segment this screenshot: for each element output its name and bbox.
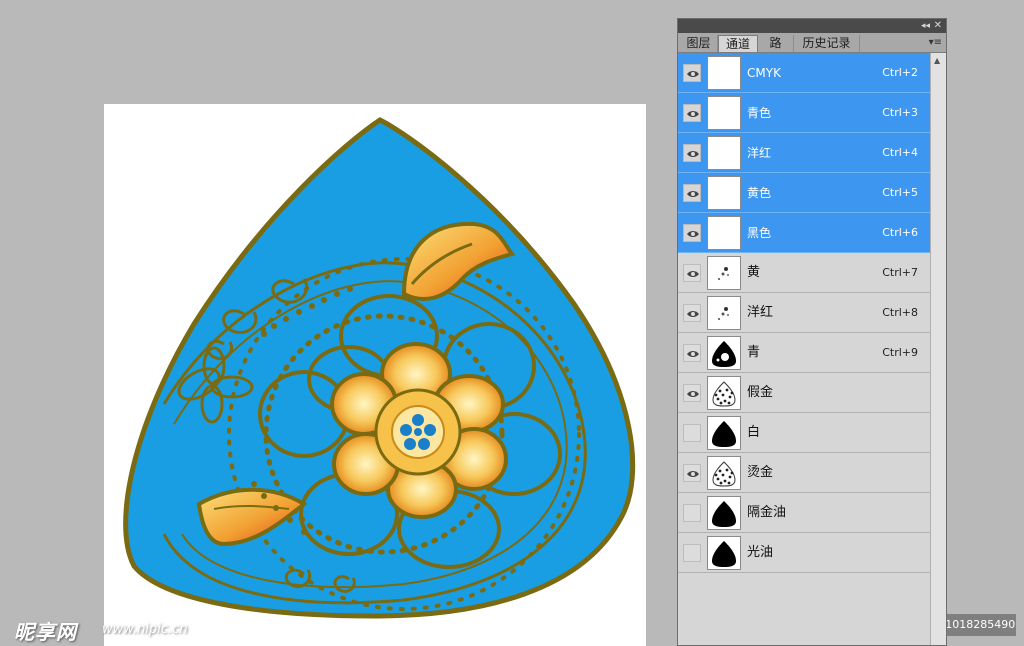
channel-name: 洋红 <box>747 146 772 160</box>
channel-name: 黑色 <box>747 226 772 240</box>
eye-icon[interactable] <box>683 384 701 402</box>
tab-history[interactable]: 历史记录 <box>794 35 860 52</box>
tab-paths[interactable]: 路径 <box>758 35 794 67</box>
document-canvas[interactable] <box>104 104 646 646</box>
channel-row[interactable]: 青 Ctrl+9 <box>678 333 930 373</box>
double-chevron-left-icon[interactable]: ◂◂ <box>921 19 930 33</box>
channel-name: 隔金油 <box>747 505 787 520</box>
eye-icon[interactable] <box>683 464 701 482</box>
tab-layers[interactable]: 图层 <box>680 35 718 52</box>
channel-thumbnail <box>707 456 741 490</box>
channel-thumbnail <box>707 416 741 450</box>
channel-row[interactable]: 洋红 Ctrl+4 <box>678 133 930 173</box>
channel-thumbnail <box>707 376 741 410</box>
channel-shortcut: Ctrl+9 <box>882 346 918 359</box>
tab-channels[interactable]: 通道 <box>718 35 758 52</box>
channel-thumbnail <box>707 136 741 170</box>
close-icon[interactable]: ✕ <box>934 19 942 33</box>
eye-icon[interactable] <box>683 104 701 122</box>
channel-row[interactable]: 白 <box>678 413 930 453</box>
channel-thumbnail <box>707 216 741 250</box>
channel-name: 黄色 <box>747 186 772 200</box>
channel-thumbnail <box>707 176 741 210</box>
eye-icon[interactable] <box>683 144 701 162</box>
channel-row[interactable]: 黄 Ctrl+7 <box>678 253 930 293</box>
watermark-url: www.nipic.cn <box>102 622 188 637</box>
channel-shortcut: Ctrl+2 <box>882 66 918 79</box>
channel-row[interactable]: 黄色 Ctrl+5 <box>678 173 930 213</box>
channel-thumbnail <box>707 496 741 530</box>
channel-row[interactable]: 青色 Ctrl+3 <box>678 93 930 133</box>
visibility-toggle-empty[interactable] <box>683 544 701 562</box>
panel-tabs: 图层 通道 路径 历史记录 ▾≡ <box>678 33 946 67</box>
channel-list: CMYK Ctrl+2 青色 Ctrl+3 洋红 Ctrl+4 黄色 Ctrl+5 黑色 Ctrl… <box>678 53 930 573</box>
eye-icon[interactable] <box>683 304 701 322</box>
channel-shortcut: Ctrl+5 <box>882 186 918 199</box>
eye-icon[interactable] <box>683 184 701 202</box>
channel-row[interactable]: 隔金油 <box>678 493 930 533</box>
channel-name: 黄 <box>747 265 761 280</box>
teardrop-artwork <box>123 117 636 619</box>
channel-shortcut: Ctrl+8 <box>882 306 918 319</box>
channel-thumbnail <box>707 96 741 130</box>
channel-row[interactable]: 烫金 <box>678 453 930 493</box>
channel-name: 光油 <box>747 545 774 560</box>
channel-row[interactable]: 光油 <box>678 533 930 573</box>
channel-shortcut: Ctrl+7 <box>882 266 918 279</box>
scrollbar[interactable]: ▲ <box>930 53 946 645</box>
channel-shortcut: Ctrl+3 <box>882 106 918 119</box>
channel-name: 青色 <box>747 106 772 120</box>
channel-row[interactable]: 假金 <box>678 373 930 413</box>
channel-thumbnail <box>707 56 741 90</box>
channel-shortcut: Ctrl+4 <box>882 146 918 159</box>
channels-panel: ◂◂ ✕ 图层 通道 路径 历史记录 ▾≡ CMYK Ctrl+2 青色 Ctrl+3… <box>677 18 947 646</box>
channel-name: 洋红 <box>747 305 774 320</box>
channel-name: 白 <box>747 425 761 440</box>
channel-name: CMYK <box>747 66 781 80</box>
channel-shortcut: Ctrl+6 <box>882 226 918 239</box>
scroll-up-icon[interactable]: ▲ <box>934 56 940 65</box>
channel-thumbnail <box>707 296 741 330</box>
channel-thumbnail <box>707 536 741 570</box>
channel-name: 青 <box>747 345 761 360</box>
channel-thumbnail <box>707 336 741 370</box>
eye-icon[interactable] <box>683 264 701 282</box>
channel-name: 假金 <box>747 385 774 400</box>
channel-thumbnail <box>707 256 741 290</box>
visibility-toggle-empty[interactable] <box>683 504 701 522</box>
channel-name: 烫金 <box>747 465 774 480</box>
eye-icon[interactable] <box>683 64 701 82</box>
channel-row[interactable]: CMYK Ctrl+2 <box>678 53 930 93</box>
panel-titlebar: ◂◂ ✕ <box>678 19 946 33</box>
eye-icon[interactable] <box>683 344 701 362</box>
panel-menu-icon[interactable]: ▾≡ <box>929 35 942 51</box>
channel-row[interactable]: 黑色 Ctrl+6 <box>678 213 930 253</box>
channel-row[interactable]: 洋红 Ctrl+8 <box>678 293 930 333</box>
visibility-toggle-empty[interactable] <box>683 424 701 442</box>
watermark-logo: 昵享网 <box>14 620 77 644</box>
eye-icon[interactable] <box>683 224 701 242</box>
